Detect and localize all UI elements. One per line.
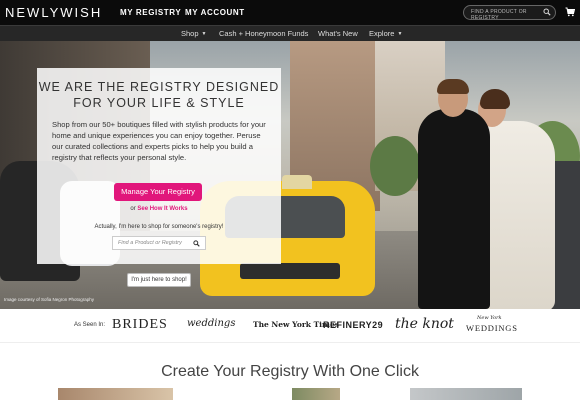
subnav-cash-honeymoon-funds[interactable]: Cash + Honeymoon Funds: [219, 29, 308, 38]
hero-description: Shop from our 50+ boutiques filled with …: [52, 120, 266, 162]
brides-logo: BRIDES: [112, 317, 168, 332]
hero-photo-groom: [418, 109, 490, 309]
header-search-input[interactable]: FIND A PRODUCT OR REGISTRY: [463, 5, 556, 21]
chevron-down-icon: ▼: [397, 31, 403, 37]
registry-search-input[interactable]: Find a Product or Registry: [112, 236, 206, 250]
just-shop-button[interactable]: I'm just here to shop!: [127, 273, 191, 287]
hero-card: WE ARE THE REGISTRY DESIGNED FOR YOUR LI…: [37, 68, 281, 264]
how-it-works-line: or See How It Works: [37, 206, 281, 212]
refinery29-logo: REFINERY29: [323, 320, 384, 330]
the-knot-logo: the knot: [395, 316, 454, 332]
feature-image: [292, 388, 340, 400]
as-seen-in-label: As Seen In:: [74, 322, 106, 328]
subnav-shop-label: Shop: [181, 29, 199, 38]
hero-title: WE ARE THE REGISTRY DESIGNED FOR YOUR LI…: [37, 79, 281, 111]
new-york-weddings-logo-top: New York: [477, 315, 502, 321]
subnav-cash-label: Cash + Honeymoon Funds: [219, 29, 309, 38]
hero-photo-bride-hair: [480, 89, 510, 109]
hero-photo-tree: [370, 136, 420, 196]
nav-my-account[interactable]: MY ACCOUNT: [185, 8, 245, 17]
hero-title-line1: WE ARE THE REGISTRY DESIGNED: [38, 80, 280, 94]
subnav-explore-label: Explore: [369, 29, 395, 38]
hero-section: WE ARE THE REGISTRY DESIGNED FOR YOUR LI…: [0, 41, 580, 309]
weddings-logo: weddings: [187, 318, 236, 329]
hero-photo-taxi-light: [282, 175, 312, 189]
hero-photo-taxi-grille: [240, 263, 340, 279]
nav-my-registry[interactable]: MY REGISTRY: [120, 8, 181, 17]
manage-registry-button[interactable]: Manage Your Registry: [114, 183, 202, 201]
secondary-nav: Shop ▼ Cash + Honeymoon Funds What's New …: [0, 25, 580, 41]
cart-icon[interactable]: [565, 7, 575, 17]
new-york-weddings-logo: WEDDINGS: [466, 323, 518, 333]
chevron-down-icon: ▼: [201, 31, 207, 37]
shop-for-text: Actually, I'm here to shop for someone's…: [94, 224, 224, 230]
hero-photo-groom-hair: [437, 79, 469, 94]
or-text: or: [130, 206, 136, 212]
feature-image: [58, 388, 173, 400]
press-bar: As Seen In: BRIDES weddings The New York…: [0, 309, 580, 343]
subnav-explore[interactable]: Explore ▼: [369, 29, 402, 38]
subnav-whats-new[interactable]: What's New: [318, 29, 358, 38]
how-it-works-link[interactable]: See How It Works: [137, 206, 187, 212]
image-credit: Image courtesy of Sofia Negron Photograp…: [4, 297, 95, 302]
registry-search-placeholder: Find a Product or Registry: [118, 240, 182, 246]
subnav-whats-new-label: What's New: [318, 29, 358, 38]
logo[interactable]: NEWLYWISH: [5, 5, 102, 20]
hero-title-line2: FOR YOUR LIFE & STYLE: [73, 96, 245, 110]
section-headline: Create Your Registry With One Click: [161, 363, 419, 380]
subnav-shop[interactable]: Shop ▼: [181, 29, 206, 38]
search-icon[interactable]: [193, 240, 200, 247]
feature-image: [410, 388, 522, 400]
top-bar: NEWLYWISH MY REGISTRY MY ACCOUNT FIND A …: [0, 0, 580, 25]
search-icon[interactable]: [543, 8, 551, 16]
